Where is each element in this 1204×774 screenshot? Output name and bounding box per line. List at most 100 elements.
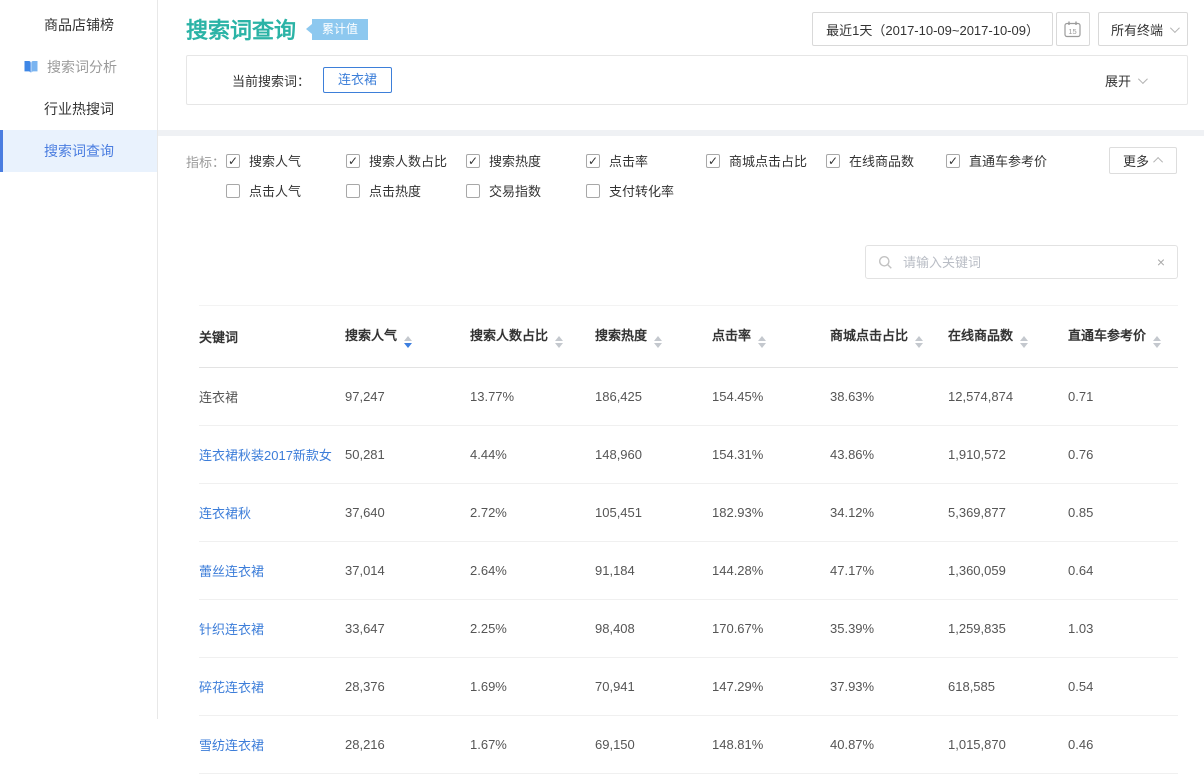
date-range-picker[interactable]: 最近1天（2017-10-09~2017-10-09） xyxy=(812,12,1053,46)
search-row: × xyxy=(158,245,1204,279)
value-cell: 38.63% xyxy=(830,368,948,426)
sort-icon[interactable] xyxy=(915,336,923,348)
sidebar-item-industry-hot-words[interactable]: 行业热搜词 xyxy=(0,88,157,130)
checkbox-unchecked-icon[interactable] xyxy=(586,184,600,198)
keyword-link[interactable]: 碎花连衣裙 xyxy=(199,680,264,695)
value-cell: 50,281 xyxy=(345,426,470,484)
value-cell: 37,640 xyxy=(345,484,470,542)
column-header[interactable]: 搜索热度 xyxy=(595,306,712,368)
sidebar-item-search-term-query[interactable]: 搜索词查询 xyxy=(0,130,157,172)
current-term-tag[interactable]: 连衣裙 xyxy=(323,67,392,93)
more-label: 更多 xyxy=(1123,151,1149,170)
sidebar-item-label: 商品店铺榜 xyxy=(44,15,114,35)
metric-label: 支付转化率 xyxy=(609,181,674,200)
keyword-link[interactable]: 蕾丝连衣裙 xyxy=(199,564,264,579)
column-header[interactable]: 搜索人气 xyxy=(345,306,470,368)
keyword-search-box[interactable]: × xyxy=(865,245,1178,279)
checkbox-checked-icon[interactable]: ✓ xyxy=(586,154,600,168)
keyword-cell[interactable]: 连衣裙秋 xyxy=(199,484,345,542)
sort-icon[interactable] xyxy=(404,336,412,348)
keyword-cell[interactable]: 碎花连衣裙 xyxy=(199,658,345,716)
table-row: 连衣裙97,24713.77%186,425154.45%38.63%12,57… xyxy=(199,368,1178,426)
metric-label: 搜索人数占比 xyxy=(369,151,447,170)
keyword-cell: 连衣裙 xyxy=(199,368,345,426)
metric-checkbox-item[interactable]: ✓在线商品数 xyxy=(826,151,946,170)
terminal-select-value: 所有终端 xyxy=(1111,20,1163,39)
checkbox-unchecked-icon[interactable] xyxy=(346,184,360,198)
metrics-row-1: ✓ 搜索人气 ✓ 搜索人数占比 ✓搜索热度✓点击率✓商城点击占比✓在线商品数✓直通车参考… xyxy=(226,151,1188,170)
checkbox-checked-icon[interactable]: ✓ xyxy=(346,154,360,168)
checkbox-unchecked-icon[interactable] xyxy=(226,184,240,198)
sort-icon[interactable] xyxy=(1153,336,1161,348)
sort-icon[interactable] xyxy=(555,336,563,348)
checkbox-checked-icon[interactable]: ✓ xyxy=(946,154,960,168)
keyword-link[interactable]: 连衣裙秋 xyxy=(199,506,251,521)
column-header[interactable]: 点击率 xyxy=(712,306,830,368)
keyword-link[interactable]: 雪纺连衣裙 xyxy=(199,738,264,753)
checkbox-checked-icon[interactable]: ✓ xyxy=(826,154,840,168)
sidebar-item-search-term-analysis[interactable]: 搜索词分析 xyxy=(0,46,157,88)
keyword-link[interactable]: 连衣裙秋装2017新款女 xyxy=(199,448,332,463)
sort-icon[interactable] xyxy=(758,336,766,348)
value-cell: 37,014 xyxy=(345,542,470,600)
column-label: 搜索人气 xyxy=(345,328,397,343)
sidebar-item-label: 行业热搜词 xyxy=(44,99,114,119)
column-header[interactable]: 商城点击占比 xyxy=(830,306,948,368)
keyword-cell[interactable]: 雪纺连衣裙 xyxy=(199,716,345,774)
current-search-term-card: 当前搜索词： 连衣裙 展开 xyxy=(186,55,1188,105)
sidebar-item-label: 搜索词查询 xyxy=(44,141,114,161)
value-cell: 69,150 xyxy=(595,716,712,774)
metric-checkbox-item[interactable]: 点击人气 xyxy=(226,181,346,200)
column-header[interactable]: 直通车参考价 xyxy=(1068,306,1178,368)
value-cell: 0.54 xyxy=(1068,658,1178,716)
calendar-button[interactable]: 15 xyxy=(1056,12,1090,46)
table-row: 连衣裙秋装2017新款女50,2814.44%148,960154.31%43.… xyxy=(199,426,1178,484)
column-header[interactable]: 在线商品数 xyxy=(948,306,1068,368)
metric-label: 搜索人气 xyxy=(249,151,301,170)
value-cell: 47.17% xyxy=(830,542,948,600)
more-metrics-button[interactable]: 更多 xyxy=(1109,147,1177,174)
cumulative-value-badge: 累计值 xyxy=(312,19,368,40)
sidebar-item-product-shop-ranking[interactable]: 商品店铺榜 xyxy=(0,4,157,46)
metric-checkbox-item[interactable]: ✓ 搜索人数占比 xyxy=(346,151,466,170)
keyword-search-input[interactable] xyxy=(901,254,1149,271)
value-cell: 0.71 xyxy=(1068,368,1178,426)
main-content: 搜索词查询 累计值 最近1天（2017-10-09~2017-10-09） 15… xyxy=(158,0,1204,719)
value-cell: 34.12% xyxy=(830,484,948,542)
checkbox-checked-icon[interactable]: ✓ xyxy=(226,154,240,168)
checkbox-checked-icon[interactable]: ✓ xyxy=(466,154,480,168)
value-cell: 154.45% xyxy=(712,368,830,426)
date-range-text: 最近1天（2017-10-09~2017-10-09） xyxy=(826,20,1039,39)
expand-toggle[interactable]: 展开 xyxy=(1105,71,1145,90)
keyword-cell[interactable]: 连衣裙秋装2017新款女 xyxy=(199,426,345,484)
metric-checkbox-item[interactable]: 交易指数 xyxy=(466,181,586,200)
terminal-select[interactable]: 所有终端 xyxy=(1098,12,1188,46)
column-header[interactable]: 搜索人数占比 xyxy=(470,306,595,368)
metric-checkbox-item[interactable]: ✓点击率 xyxy=(586,151,706,170)
sort-icon[interactable] xyxy=(654,336,662,348)
value-cell: 13.77% xyxy=(470,368,595,426)
value-cell: 5,369,877 xyxy=(948,484,1068,542)
chevron-up-icon xyxy=(1153,157,1163,167)
column-label: 在线商品数 xyxy=(948,328,1013,343)
sort-icon[interactable] xyxy=(1020,336,1028,348)
value-cell: 2.25% xyxy=(470,600,595,658)
metric-checkbox-item[interactable]: ✓搜索热度 xyxy=(466,151,586,170)
metric-checkbox-item[interactable]: ✓直通车参考价 xyxy=(946,151,1066,170)
keyword-cell[interactable]: 针织连衣裙 xyxy=(199,600,345,658)
value-cell: 1.69% xyxy=(470,658,595,716)
metric-checkbox-item[interactable]: ✓ 搜索人气 xyxy=(226,151,346,170)
metric-checkbox-item[interactable]: 支付转化率 xyxy=(586,181,706,200)
analysis-book-icon xyxy=(23,60,39,74)
value-cell: 2.72% xyxy=(470,484,595,542)
metric-checkbox-item[interactable]: ✓商城点击占比 xyxy=(706,151,826,170)
checkbox-unchecked-icon[interactable] xyxy=(466,184,480,198)
keyword-cell[interactable]: 蕾丝连衣裙 xyxy=(199,542,345,600)
checkbox-checked-icon[interactable]: ✓ xyxy=(706,154,720,168)
value-cell: 186,425 xyxy=(595,368,712,426)
keyword-link[interactable]: 针织连衣裙 xyxy=(199,622,264,637)
value-cell: 28,216 xyxy=(345,716,470,774)
clear-search-icon[interactable]: × xyxy=(1157,255,1165,269)
table-row: 碎花连衣裙28,3761.69%70,941147.29%37.93%618,5… xyxy=(199,658,1178,716)
metric-checkbox-item[interactable]: 点击热度 xyxy=(346,181,466,200)
